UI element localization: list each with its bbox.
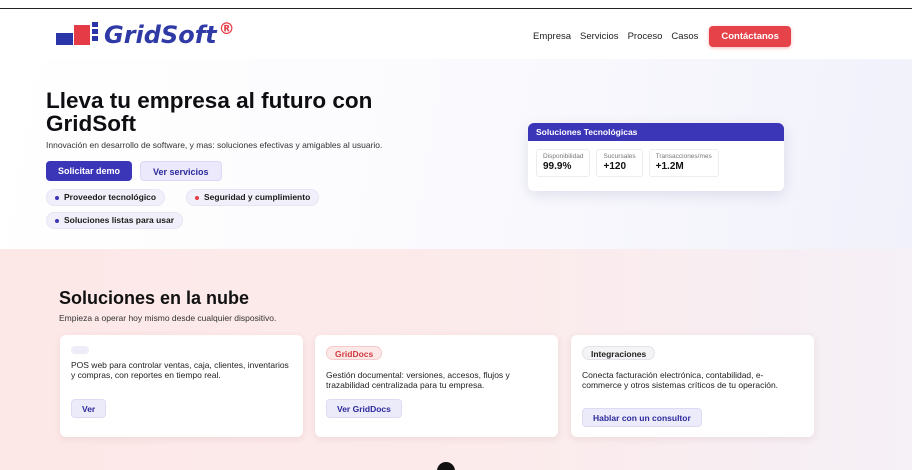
product-description: POS web para controlar ventas, caja, cli…	[71, 360, 289, 380]
dot-icon	[55, 195, 59, 200]
hero-title: Lleva tu empresa al futuro con GridSoft	[46, 88, 373, 136]
request-demo-button[interactable]: Solicitar demo	[46, 161, 133, 181]
product-badge: Integraciones	[582, 346, 656, 360]
nav-proceso[interactable]: Proceso	[628, 31, 663, 42]
logo[interactable]: GridSoft ®	[56, 19, 235, 49]
logo-mark-icon	[56, 21, 100, 49]
stat-transacciones: Transacciones/mes +1.2M	[648, 149, 719, 177]
site-header: GridSoft ® Empresa Servicios Proceso Caso…	[0, 9, 912, 59]
product-card-pos: POS web para controlar ventas, caja, cli…	[60, 335, 303, 437]
nav-servicios[interactable]: Servicios	[580, 31, 619, 42]
talk-consultant-button[interactable]: Hablar con un consultor	[582, 408, 702, 427]
stats-card-title: Soluciones Tecnológicas	[528, 123, 784, 141]
nav-empresa[interactable]: Empresa	[533, 31, 571, 42]
tag-proveedor: Proveedor tecnológico	[46, 189, 166, 206]
stat-disponibilidad: Disponibilidad 99.9%	[536, 149, 591, 177]
product-description: Conecta facturación electrónica, contabi…	[582, 370, 779, 390]
product-card-griddocs: GridDocs Gestión documental: versiones, …	[315, 335, 558, 437]
stat-sucursales: Sucursales +120	[596, 149, 643, 177]
product-description: Gestión documental: versiones, accesos, …	[326, 370, 510, 390]
product-card-integraciones: Integraciones Conecta facturación electr…	[571, 335, 814, 437]
tag-seguridad: Seguridad y cumplimiento	[186, 189, 320, 206]
logo-text: GridSoft ®	[104, 19, 235, 49]
cloud-section: Soluciones en la nube Empieza a operar h…	[0, 249, 912, 470]
product-badge	[71, 346, 89, 354]
hero-subtitle: Innovación en desarrollo de software, y …	[46, 140, 383, 150]
view-griddocs-button[interactable]: Ver GridDocs	[326, 399, 402, 418]
view-pos-button[interactable]: Ver	[71, 399, 107, 418]
contact-button[interactable]: Contáctanos	[709, 26, 791, 47]
dot-icon	[55, 218, 59, 223]
view-services-button[interactable]: Ver servicios	[140, 161, 222, 181]
cloud-title: Soluciones en la nube	[59, 288, 250, 308]
stats-card: Soluciones Tecnológicas Disponibilidad 9…	[528, 123, 784, 191]
product-badge: GridDocs	[326, 346, 383, 360]
cloud-subtitle: Empieza a operar hoy mismo desde cualqui…	[59, 313, 277, 323]
main-nav: Empresa Servicios Proceso Casos Contácta…	[533, 26, 791, 47]
nav-casos[interactable]: Casos	[671, 31, 698, 42]
registered-mark: ®	[218, 19, 235, 38]
dot-icon	[195, 195, 199, 200]
tag-soluciones: Soluciones listas para usar	[46, 212, 184, 229]
hero-section: Lleva tu empresa al futuro con GridSoft …	[0, 59, 912, 249]
